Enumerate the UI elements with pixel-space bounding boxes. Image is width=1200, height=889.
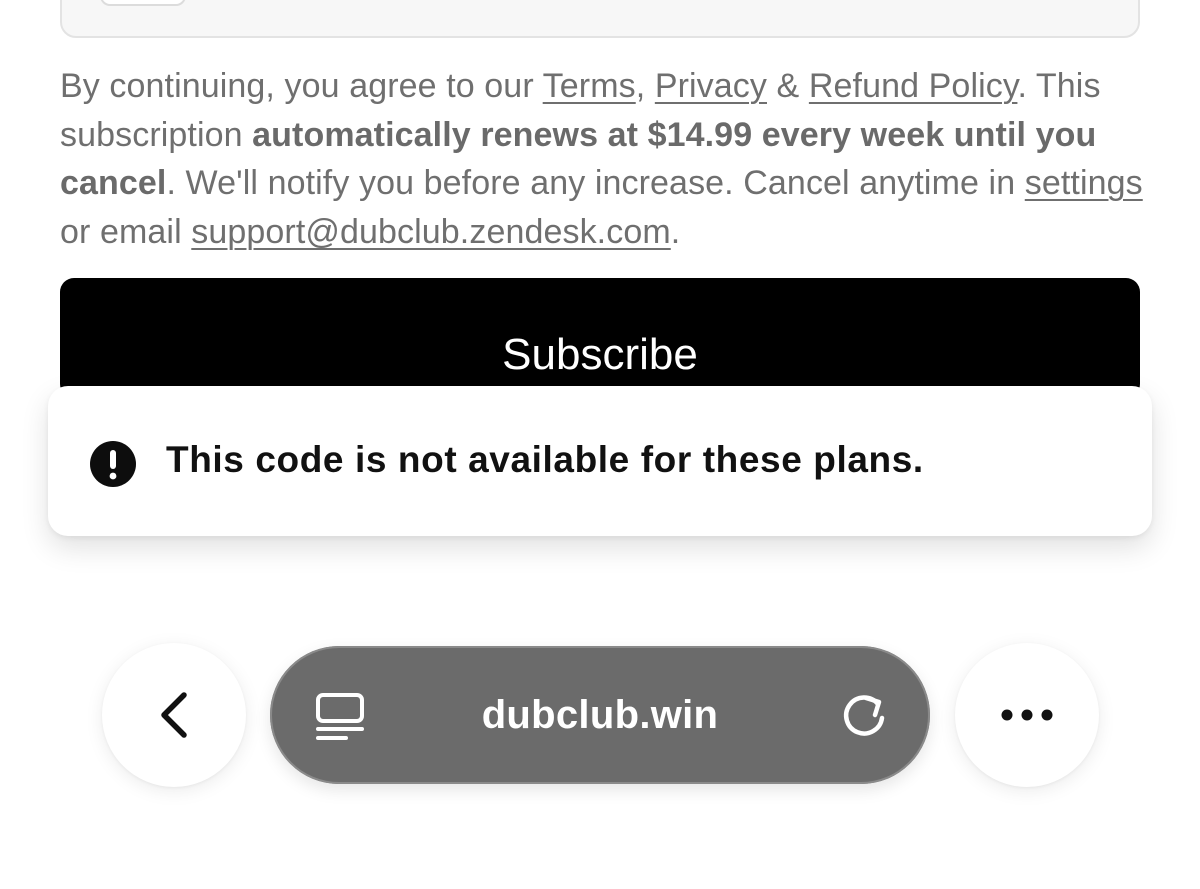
privacy-link[interactable]: Privacy [655,67,767,105]
url-text[interactable]: dubclub.win [270,693,930,738]
support-email-link[interactable]: support@dubclub.zendesk.com [191,213,670,251]
chevron-left-icon [161,692,187,738]
terms-link[interactable]: Terms [543,67,636,105]
promo-code-card[interactable] [60,0,1140,38]
refund-policy-link[interactable]: Refund Policy [809,67,1018,105]
exclamation-circle-icon [90,441,136,487]
error-message: This code is not available for these pla… [166,439,924,480]
promo-code-chip[interactable] [100,0,186,6]
error-toast: This code is not available for these pla… [48,386,1152,536]
legal-end-period: . [670,212,681,251]
legal-prefix: By continuing, you agree to our [60,67,543,105]
legal-disclaimer: By continuing, you agree to our Terms, P… [60,62,1150,256]
page: By continuing, you agree to our Terms, P… [0,0,1200,889]
legal-comma: , [635,67,655,105]
legal-period: . [1017,67,1027,105]
legal-renew-suffix: . We'll notify you before any increase. … [166,164,1025,202]
subscribe-button[interactable]: Subscribe [60,278,1140,398]
reload-icon[interactable] [838,690,890,742]
ellipsis-icon [1001,709,1053,721]
settings-link[interactable]: settings [1025,164,1143,202]
back-button[interactable] [102,643,246,787]
legal-amp: & [767,67,809,105]
legal-or-email: or email [60,212,192,251]
more-options-button[interactable] [955,643,1099,787]
address-bar[interactable]: dubclub.win [270,646,930,784]
